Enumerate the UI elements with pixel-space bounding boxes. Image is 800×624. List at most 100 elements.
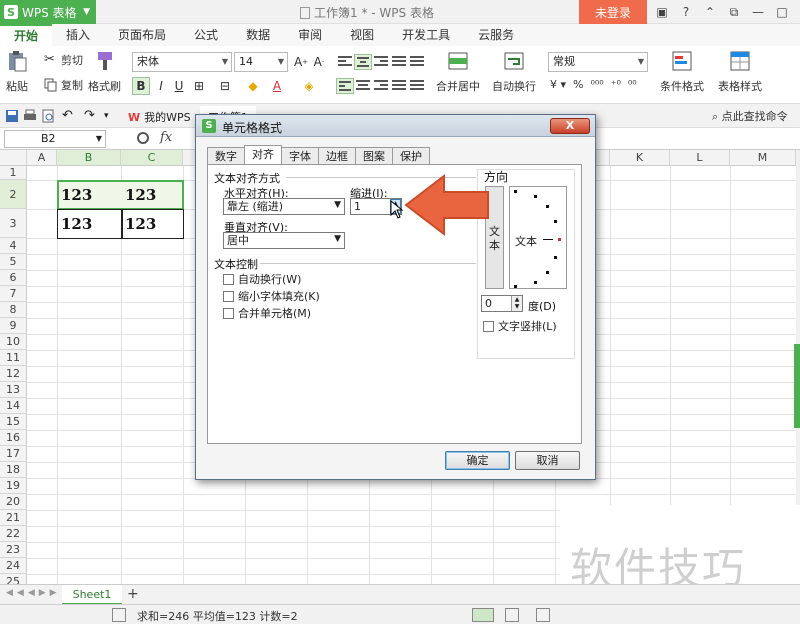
redo-icon[interactable]: ↷ <box>84 109 98 123</box>
tab-formulas[interactable]: 公式 <box>180 24 232 46</box>
vertical-text-checkbox[interactable]: 文字竖排(L) <box>483 318 557 334</box>
row-header[interactable]: 14 <box>0 398 27 414</box>
cell-B3[interactable]: 123 <box>57 209 121 238</box>
merge-icon[interactable]: ⊟ <box>216 77 234 95</box>
tab-page-layout[interactable]: 页面布局 <box>104 24 180 46</box>
macro-icon[interactable] <box>112 608 126 622</box>
merge-center-button[interactable]: 合并居中 <box>436 50 480 94</box>
orientation-dial[interactable]: 文本 <box>509 186 567 289</box>
normal-view-icon[interactable] <box>472 608 494 622</box>
row-header[interactable]: 25 <box>0 574 27 584</box>
customize-icon[interactable]: ▾ <box>104 109 118 123</box>
row-header[interactable]: 4 <box>0 238 27 254</box>
copy-button[interactable]: 复制 <box>44 77 83 93</box>
table-style-button[interactable]: 表格样式 <box>718 50 762 94</box>
row-header[interactable]: 9 <box>0 318 27 334</box>
dialog-title-bar[interactable]: S 单元格格式 X <box>196 115 595 137</box>
cut-button[interactable]: ✂ 剪切 <box>44 52 83 68</box>
tab-home[interactable]: 开始 <box>0 24 53 46</box>
help-icon[interactable]: ? <box>674 5 698 19</box>
font-size-select[interactable]: 14 ▼ <box>234 52 288 72</box>
indent-icon[interactable] <box>408 54 426 70</box>
cancel-button[interactable]: 取消 <box>515 451 580 470</box>
row-header[interactable]: 3 <box>0 209 27 238</box>
undo-icon[interactable]: ↶ <box>62 109 76 123</box>
increase-font-icon[interactable]: A + <box>292 53 310 71</box>
shrink-to-fit-checkbox[interactable]: 缩小字体填充(K) <box>223 288 320 304</box>
border-icon[interactable]: ⊞ <box>190 77 208 95</box>
skin-icon[interactable]: ▣ <box>650 5 674 19</box>
tab-pattern[interactable]: 图案 <box>355 147 393 165</box>
fx-icon[interactable]: fx <box>160 130 172 145</box>
print-icon[interactable] <box>23 109 37 123</box>
auto-wrap-button[interactable]: 自动换行 <box>492 50 536 94</box>
tab-border[interactable]: 边框 <box>318 147 356 165</box>
orientation-icon[interactable] <box>390 54 408 70</box>
row-header[interactable]: 2 <box>0 180 27 209</box>
tab-developer[interactable]: 开发工具 <box>388 24 464 46</box>
tab-review[interactable]: 审阅 <box>284 24 336 46</box>
row-header[interactable]: 23 <box>0 542 27 558</box>
row-header[interactable]: 21 <box>0 510 27 526</box>
row-header[interactable]: 8 <box>0 302 27 318</box>
row-header[interactable]: 6 <box>0 270 27 286</box>
decrease-font-icon[interactable]: A- <box>310 53 328 71</box>
row-header[interactable]: 15 <box>0 414 27 430</box>
row-header[interactable]: 19 <box>0 478 27 494</box>
tab-data[interactable]: 数据 <box>232 24 284 46</box>
row-header[interactable]: 12 <box>0 366 27 382</box>
row-header[interactable]: 1 <box>0 166 27 180</box>
select-all-corner[interactable] <box>0 150 27 166</box>
close-icon[interactable]: X <box>550 118 590 134</box>
align-left-icon[interactable] <box>336 78 354 94</box>
font-name-select[interactable]: 宋体 ▼ <box>132 52 232 72</box>
align-center-icon[interactable] <box>354 78 372 94</box>
italic-button[interactable]: I <box>152 77 170 95</box>
justify-icon[interactable] <box>390 78 408 94</box>
col-header[interactable]: L <box>670 150 730 166</box>
sheet-nav-arrows[interactable]: ◀◀◀▶▶ <box>6 588 61 598</box>
clear-format-icon[interactable]: ◈ <box>300 77 318 95</box>
vertical-align-select[interactable]: 居中 ▼ <box>223 232 345 249</box>
col-header[interactable]: M <box>730 150 796 166</box>
row-header[interactable]: 22 <box>0 526 27 542</box>
font-color-icon[interactable]: A <box>268 77 286 95</box>
row-header[interactable]: 13 <box>0 382 27 398</box>
app-menu-button[interactable]: S WPS 表格 ▼ <box>0 0 96 24</box>
col-header[interactable]: B <box>57 150 121 166</box>
align-middle-icon[interactable] <box>354 54 372 70</box>
horizontal-align-select[interactable]: 靠左 (缩进) ▼ <box>223 198 345 215</box>
tab-cloud[interactable]: 云服务 <box>464 24 528 46</box>
cell-C3[interactable]: 123 <box>121 209 183 238</box>
row-header[interactable]: 16 <box>0 430 27 446</box>
add-sheet-icon[interactable]: + <box>127 586 139 602</box>
save-icon[interactable] <box>5 109 19 123</box>
tab-insert[interactable]: 插入 <box>52 24 104 46</box>
restore-icon[interactable]: ⧉ <box>722 5 746 20</box>
col-header[interactable]: A <box>27 150 57 166</box>
help-search[interactable]: ⌕ 点此查找命令 <box>712 108 788 124</box>
currency-icon[interactable]: ¥ ▾ % ⁰⁰⁰ ⁺⁰ ⁰⁰ <box>550 78 637 91</box>
col-header[interactable]: K <box>610 150 670 166</box>
print-preview-icon[interactable] <box>41 109 55 123</box>
cell-B2[interactable]: 123 <box>57 180 121 209</box>
degree-spinner[interactable]: 0 ▲ ▼ <box>481 295 523 312</box>
minimize-icon[interactable]: — <box>746 5 770 19</box>
align-right-icon[interactable] <box>372 78 390 94</box>
maximize-icon[interactable]: □ <box>770 5 794 19</box>
cell-C2[interactable]: 123 <box>121 180 183 209</box>
number-format-select[interactable]: 常规 ▼ <box>548 52 648 72</box>
ok-button[interactable]: 确定 <box>445 451 510 470</box>
spinner-arrows-icon[interactable]: ▲▼ <box>511 296 522 311</box>
tab-font[interactable]: 字体 <box>281 147 319 165</box>
tab-number[interactable]: 数字 <box>207 147 245 165</box>
row-header[interactable]: 20 <box>0 494 27 510</box>
row-header[interactable]: 5 <box>0 254 27 270</box>
underline-button[interactable]: U <box>170 77 188 95</box>
sheet-tab[interactable]: Sheet1 <box>62 585 122 605</box>
tab-my-wps[interactable]: W 我的WPS <box>120 106 199 128</box>
row-header[interactable]: 11 <box>0 350 27 366</box>
tab-protection[interactable]: 保护 <box>392 147 430 165</box>
wrap-text-checkbox[interactable]: 自动换行(W) <box>223 271 301 287</box>
login-button[interactable]: 未登录 <box>579 0 647 24</box>
